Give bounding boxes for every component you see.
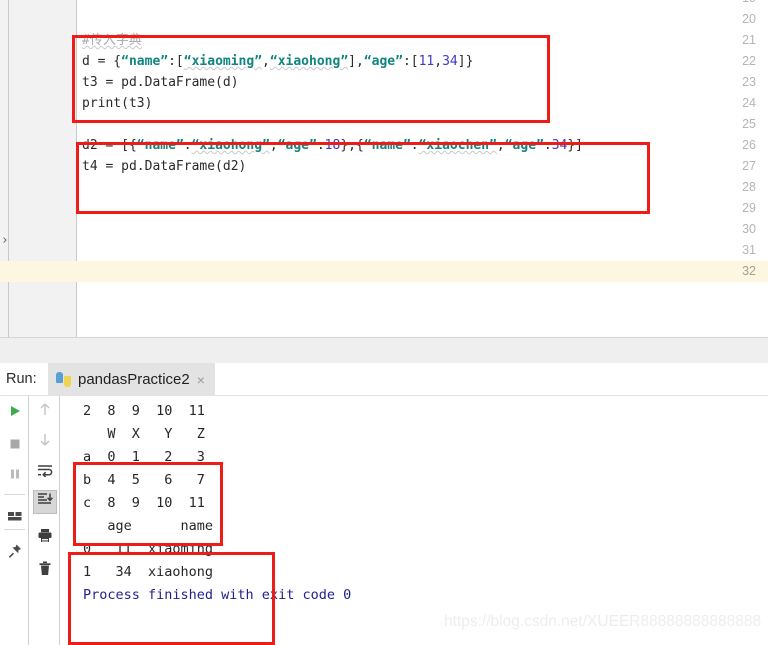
code-token-number: 34 [442, 54, 458, 69]
code-token-plain: : [183, 138, 192, 153]
console-line: b 4 5 6 7 [83, 472, 205, 488]
editor-gutter [9, 0, 77, 337]
run-toolbar-primary[interactable] [0, 396, 29, 645]
code-line[interactable]: d = {“name”:[“xiaoming”,“xiaohong”],“age… [82, 51, 473, 72]
code-token-plain: : [543, 138, 552, 153]
run-button[interactable] [3, 401, 27, 425]
code-token-number: 11 [418, 54, 435, 69]
pin-icon [7, 543, 23, 564]
code-line[interactable]: #传入字典 [82, 30, 142, 51]
code-token-string: “name” [136, 138, 184, 153]
console-line: 1 34 xiaohong [83, 564, 214, 580]
code-token-number: 18 [324, 138, 341, 153]
restore-layout-button[interactable] [3, 506, 27, 530]
up-the-stack-button [33, 400, 57, 424]
code-token-plain: : [316, 138, 325, 153]
scroll-to-end-button[interactable] [33, 490, 57, 514]
code-line[interactable]: t4 = pd.DataFrame(d2) [82, 156, 246, 177]
run-label: Run: [6, 371, 37, 387]
console-output[interactable]: 2 8 9 10 11 W X Y Z a 0 1 2 3 b 4 5 6 7 c 8… [61, 396, 768, 645]
console-line: 2 8 9 10 11 [83, 403, 205, 419]
console-line: age name [83, 518, 214, 534]
code-token-plain: t4 = pd.DataFrame(d2) [82, 159, 247, 174]
run-tab-label: pandasPractice2 [78, 371, 190, 388]
code-token-string: “age” [363, 54, 403, 69]
code-token-plain: }] [567, 138, 583, 153]
pause-icon [8, 467, 22, 486]
print-button[interactable] [33, 526, 57, 550]
code-token-plain: ]} [457, 54, 474, 69]
console-line: c 8 9 10 11 [83, 495, 205, 511]
code-content[interactable]: #传入字典 d = {“name”:[“xiaoming”,“xiaohong”]… [78, 0, 768, 337]
scroll-to-end-icon [37, 492, 54, 512]
down-the-stack-button [33, 430, 57, 454]
code-token-plain: print(t3) [82, 96, 153, 111]
code-token-plain: d2 = [{ [82, 138, 137, 153]
stop-button [3, 434, 27, 458]
printer-icon [37, 528, 53, 548]
run-tool-window[interactable]: Run: pandasPractice2 × 2 8 9 10 11 W X Y… [0, 363, 768, 645]
toolbar-separator [4, 494, 25, 495]
clear-all-button[interactable] [33, 559, 57, 583]
code-token-plain: :[ [168, 54, 184, 69]
code-token-plain: : [410, 138, 419, 153]
console-line: Process finished with exit code 0 [83, 587, 352, 603]
code-line[interactable]: d2 = [{“name”:“xiaohong”,“age”:18},{“nam… [82, 135, 583, 156]
code-token-string: “name” [363, 138, 411, 153]
stop-square-icon [8, 437, 22, 456]
code-token-plain: ], [348, 54, 364, 69]
code-token-plain: d = { [82, 54, 122, 69]
run-toolbar-secondary[interactable] [30, 396, 60, 645]
python-icon [56, 372, 71, 387]
code-line[interactable]: t3 = pd.DataFrame(d) [82, 72, 239, 93]
soft-wrap-button[interactable] [33, 460, 57, 484]
code-token-string: “age” [277, 138, 317, 153]
console-line: a 0 1 2 3 [83, 449, 205, 465]
run-tab-pandaspractice2[interactable]: pandasPractice2 × [48, 363, 215, 396]
code-token-plain: , [269, 138, 278, 153]
code-token-string: “age” [504, 138, 544, 153]
code-token-plain: , [434, 54, 443, 69]
toolbar-separator [4, 529, 25, 530]
trash-icon [38, 561, 52, 581]
play-icon [8, 404, 22, 423]
code-token-plain: , [262, 54, 270, 69]
layout-icon [7, 509, 23, 528]
code-token-string: “xiaohong” [191, 138, 270, 153]
code-token-string: “name” [121, 54, 169, 69]
editor-marker-strip [0, 0, 9, 337]
code-token-string: “xiaohong” [269, 54, 349, 69]
pause-button [3, 464, 27, 488]
console-line: W X Y Z [83, 426, 205, 442]
console-line: 0 11 xiaoming [83, 541, 214, 557]
code-line[interactable]: print(t3) [82, 93, 152, 114]
code-token-plain: t3 = pd.DataFrame(d) [82, 75, 239, 90]
code-token-comment: #传入字典 [82, 33, 142, 48]
run-tool-window-header: Run: pandasPractice2 × [0, 363, 768, 396]
arrow-down-icon [38, 432, 52, 452]
pin-tab-button[interactable] [3, 541, 27, 565]
soft-wrap-icon [37, 463, 54, 482]
code-token-plain: },{ [340, 138, 364, 153]
code-token-number: 34 [551, 138, 568, 153]
code-token-string: “xiaoming” [183, 54, 263, 69]
code-token-string: “xiaochen” [418, 138, 497, 153]
code-token-plain: :[ [402, 54, 419, 69]
arrow-up-icon [38, 402, 52, 422]
close-icon[interactable]: × [197, 373, 205, 387]
editor-bottom-band [0, 337, 768, 363]
code-token-plain: , [496, 138, 505, 153]
code-editor[interactable]: › 1920212223242526272829303132 #传入字典d = … [0, 0, 768, 363]
